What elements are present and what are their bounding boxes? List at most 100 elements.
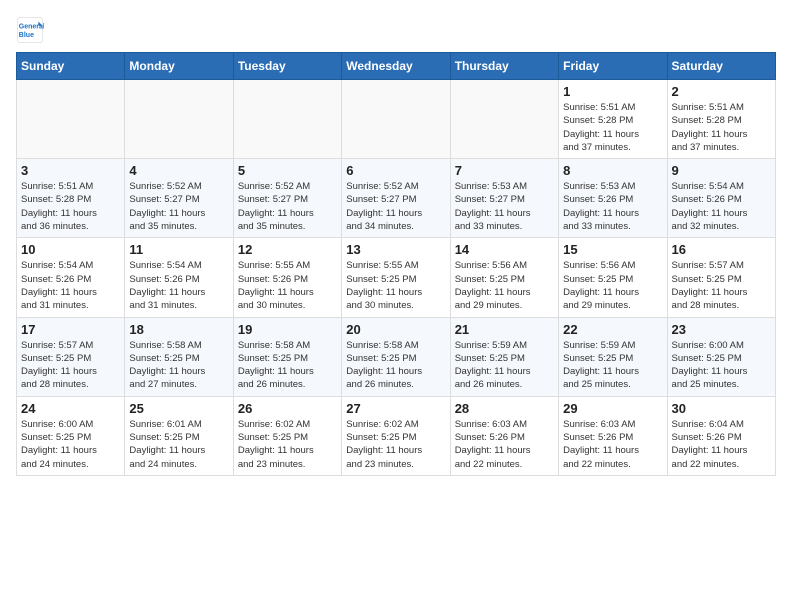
calendar-cell: [233, 80, 341, 159]
calendar-cell: 13 Sunrise: 5:55 AM Sunset: 5:25 PM Dayli…: [342, 238, 450, 317]
calendar-cell: 4 Sunrise: 5:52 AM Sunset: 5:27 PM Daylig…: [125, 159, 233, 238]
calendar-week-row: 10Sunrise: 5:54 AM Sunset: 5:26 PM Dayli…: [17, 238, 776, 317]
day-info: Sunrise: 5:51 AM Sunset: 5:28 PM Dayligh…: [563, 101, 662, 154]
calendar-cell: 1 Sunrise: 5:51 AM Sunset: 5:28 PM Daylig…: [559, 80, 667, 159]
day-info: Sunrise: 5:51 AM Sunset: 5:28 PM Dayligh…: [21, 180, 120, 233]
calendar-cell: 23 Sunrise: 6:00 AM Sunset: 5:25 PM Dayli…: [667, 317, 775, 396]
day-info: Sunrise: 5:52 AM Sunset: 5:27 PM Dayligh…: [346, 180, 445, 233]
day-number: 9: [672, 163, 771, 178]
weekday-header-sunday: Sunday: [17, 53, 125, 80]
calendar-cell: 28 Sunrise: 6:03 AM Sunset: 5:26 PM Dayli…: [450, 396, 558, 475]
calendar-cell: 10Sunrise: 5:54 AM Sunset: 5:26 PM Dayli…: [17, 238, 125, 317]
day-number: 23: [672, 322, 771, 337]
calendar-cell: 19 Sunrise: 5:58 AM Sunset: 5:25 PM Dayli…: [233, 317, 341, 396]
day-number: 14: [455, 242, 554, 257]
day-info: Sunrise: 5:56 AM Sunset: 5:25 PM Dayligh…: [455, 259, 554, 312]
weekday-header-wednesday: Wednesday: [342, 53, 450, 80]
day-info: Sunrise: 6:03 AM Sunset: 5:26 PM Dayligh…: [563, 418, 662, 471]
day-number: 15: [563, 242, 662, 257]
calendar-table: SundayMondayTuesdayWednesdayThursdayFrid…: [16, 52, 776, 476]
day-info: Sunrise: 5:57 AM Sunset: 5:25 PM Dayligh…: [672, 259, 771, 312]
calendar-cell: 17 Sunrise: 5:57 AM Sunset: 5:25 PM Dayli…: [17, 317, 125, 396]
calendar-cell: 29 Sunrise: 6:03 AM Sunset: 5:26 PM Dayli…: [559, 396, 667, 475]
day-info: Sunrise: 5:55 AM Sunset: 5:26 PM Dayligh…: [238, 259, 337, 312]
calendar-cell: 11 Sunrise: 5:54 AM Sunset: 5:26 PM Dayli…: [125, 238, 233, 317]
logo: General Blue: [16, 16, 48, 44]
day-number: 24: [21, 401, 120, 416]
day-info: Sunrise: 6:00 AM Sunset: 5:25 PM Dayligh…: [672, 339, 771, 392]
day-number: 18: [129, 322, 228, 337]
day-number: 3: [21, 163, 120, 178]
weekday-header-monday: Monday: [125, 53, 233, 80]
day-number: 16: [672, 242, 771, 257]
calendar-week-row: 3 Sunrise: 5:51 AM Sunset: 5:28 PM Daylig…: [17, 159, 776, 238]
calendar-cell: 20 Sunrise: 5:58 AM Sunset: 5:25 PM Dayli…: [342, 317, 450, 396]
day-info: Sunrise: 5:53 AM Sunset: 5:26 PM Dayligh…: [563, 180, 662, 233]
day-number: 17: [21, 322, 120, 337]
day-number: 22: [563, 322, 662, 337]
calendar-cell: 25 Sunrise: 6:01 AM Sunset: 5:25 PM Dayli…: [125, 396, 233, 475]
weekday-header-friday: Friday: [559, 53, 667, 80]
day-number: 26: [238, 401, 337, 416]
day-info: Sunrise: 5:58 AM Sunset: 5:25 PM Dayligh…: [129, 339, 228, 392]
calendar-cell: 12Sunrise: 5:55 AM Sunset: 5:26 PM Dayli…: [233, 238, 341, 317]
day-info: Sunrise: 5:58 AM Sunset: 5:25 PM Dayligh…: [346, 339, 445, 392]
calendar-cell: 2 Sunrise: 5:51 AM Sunset: 5:28 PM Daylig…: [667, 80, 775, 159]
day-info: Sunrise: 5:58 AM Sunset: 5:25 PM Dayligh…: [238, 339, 337, 392]
calendar-cell: 14 Sunrise: 5:56 AM Sunset: 5:25 PM Dayli…: [450, 238, 558, 317]
day-number: 27: [346, 401, 445, 416]
logo-icon: General Blue: [16, 16, 44, 44]
day-info: Sunrise: 5:55 AM Sunset: 5:25 PM Dayligh…: [346, 259, 445, 312]
day-info: Sunrise: 5:57 AM Sunset: 5:25 PM Dayligh…: [21, 339, 120, 392]
day-number: 1: [563, 84, 662, 99]
calendar-header-row: SundayMondayTuesdayWednesdayThursdayFrid…: [17, 53, 776, 80]
day-info: Sunrise: 6:01 AM Sunset: 5:25 PM Dayligh…: [129, 418, 228, 471]
calendar-cell: 5 Sunrise: 5:52 AM Sunset: 5:27 PM Daylig…: [233, 159, 341, 238]
calendar-cell: [342, 80, 450, 159]
day-info: Sunrise: 6:02 AM Sunset: 5:25 PM Dayligh…: [346, 418, 445, 471]
day-info: Sunrise: 6:00 AM Sunset: 5:25 PM Dayligh…: [21, 418, 120, 471]
day-number: 19: [238, 322, 337, 337]
calendar-week-row: 24 Sunrise: 6:00 AM Sunset: 5:25 PM Dayli…: [17, 396, 776, 475]
day-info: Sunrise: 5:56 AM Sunset: 5:25 PM Dayligh…: [563, 259, 662, 312]
day-info: Sunrise: 5:59 AM Sunset: 5:25 PM Dayligh…: [455, 339, 554, 392]
day-info: Sunrise: 5:59 AM Sunset: 5:25 PM Dayligh…: [563, 339, 662, 392]
day-info: Sunrise: 5:54 AM Sunset: 5:26 PM Dayligh…: [21, 259, 120, 312]
calendar-cell: 26 Sunrise: 6:02 AM Sunset: 5:25 PM Dayli…: [233, 396, 341, 475]
day-info: Sunrise: 5:52 AM Sunset: 5:27 PM Dayligh…: [238, 180, 337, 233]
day-info: Sunrise: 5:54 AM Sunset: 5:26 PM Dayligh…: [129, 259, 228, 312]
svg-text:Blue: Blue: [19, 32, 34, 39]
day-number: 30: [672, 401, 771, 416]
day-number: 13: [346, 242, 445, 257]
calendar-cell: 7Sunrise: 5:53 AM Sunset: 5:27 PM Daylig…: [450, 159, 558, 238]
calendar-cell: [125, 80, 233, 159]
calendar-cell: 27 Sunrise: 6:02 AM Sunset: 5:25 PM Dayli…: [342, 396, 450, 475]
day-number: 4: [129, 163, 228, 178]
day-info: Sunrise: 5:52 AM Sunset: 5:27 PM Dayligh…: [129, 180, 228, 233]
calendar-cell: 22 Sunrise: 5:59 AM Sunset: 5:25 PM Dayli…: [559, 317, 667, 396]
day-info: Sunrise: 5:51 AM Sunset: 5:28 PM Dayligh…: [672, 101, 771, 154]
day-number: 2: [672, 84, 771, 99]
calendar-cell: 24 Sunrise: 6:00 AM Sunset: 5:25 PM Dayli…: [17, 396, 125, 475]
calendar-cell: 9 Sunrise: 5:54 AM Sunset: 5:26 PM Daylig…: [667, 159, 775, 238]
weekday-header-thursday: Thursday: [450, 53, 558, 80]
day-info: Sunrise: 6:02 AM Sunset: 5:25 PM Dayligh…: [238, 418, 337, 471]
day-number: 11: [129, 242, 228, 257]
day-number: 28: [455, 401, 554, 416]
calendar-cell: [450, 80, 558, 159]
day-info: Sunrise: 6:04 AM Sunset: 5:26 PM Dayligh…: [672, 418, 771, 471]
day-number: 29: [563, 401, 662, 416]
day-info: Sunrise: 6:03 AM Sunset: 5:26 PM Dayligh…: [455, 418, 554, 471]
day-info: Sunrise: 5:53 AM Sunset: 5:27 PM Dayligh…: [455, 180, 554, 233]
day-number: 20: [346, 322, 445, 337]
day-number: 6: [346, 163, 445, 178]
calendar-cell: 8Sunrise: 5:53 AM Sunset: 5:26 PM Daylig…: [559, 159, 667, 238]
weekday-header-tuesday: Tuesday: [233, 53, 341, 80]
day-number: 5: [238, 163, 337, 178]
day-info: Sunrise: 5:54 AM Sunset: 5:26 PM Dayligh…: [672, 180, 771, 233]
calendar-cell: [17, 80, 125, 159]
day-number: 25: [129, 401, 228, 416]
calendar-week-row: 17 Sunrise: 5:57 AM Sunset: 5:25 PM Dayli…: [17, 317, 776, 396]
weekday-header-saturday: Saturday: [667, 53, 775, 80]
page-header: General Blue: [16, 16, 776, 44]
